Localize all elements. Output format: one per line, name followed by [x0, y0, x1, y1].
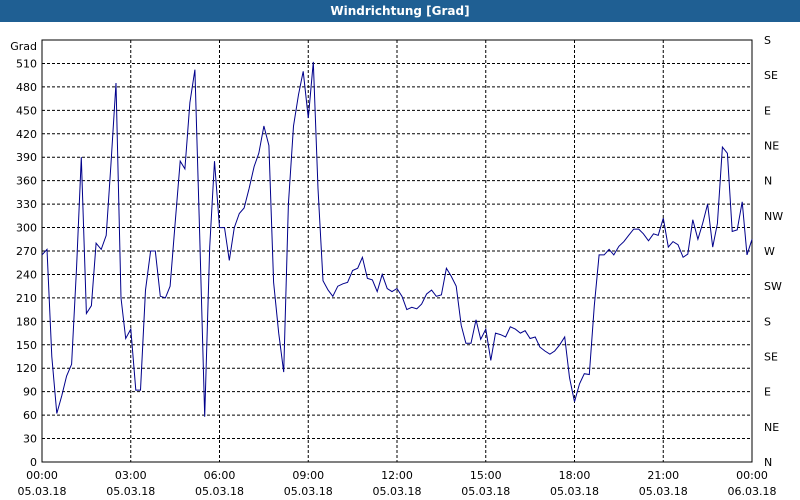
- y-tick-label: 390: [16, 151, 37, 164]
- right-tick-label: N: [764, 175, 772, 188]
- y-axis-ticks: 0 30 60 90 120 150 180 210 240 270 300 330 360 390 420…: [16, 57, 37, 469]
- y-tick-label: 480: [16, 81, 37, 94]
- y-tick-label: 330: [16, 198, 37, 211]
- y-tick-label: 510: [16, 57, 37, 70]
- grid-lines: [42, 40, 752, 462]
- x-tick-time: 03:00: [115, 469, 147, 482]
- x-tick-date: 05.03.18: [373, 485, 422, 498]
- right-tick-label: S: [764, 34, 771, 47]
- x-tick-time: 15:00: [470, 469, 502, 482]
- y-tick-label: 150: [16, 339, 37, 352]
- y-tick-label: 450: [16, 104, 37, 117]
- y-tick-label: 120: [16, 362, 37, 375]
- x-tick-date: 05.03.18: [18, 485, 67, 498]
- right-tick-label: E: [764, 104, 771, 117]
- x-tick-time: 12:00: [381, 469, 413, 482]
- right-tick-label: NW: [764, 210, 783, 223]
- y-tick-label: 60: [23, 409, 37, 422]
- y-tick-label: 240: [16, 268, 37, 281]
- y-tick-label: 300: [16, 222, 37, 235]
- x-tick-date: 06.03.18: [728, 485, 777, 498]
- right-tick-label: SE: [764, 351, 778, 364]
- y-tick-label: 180: [16, 315, 37, 328]
- right-tick-label: E: [764, 386, 771, 399]
- x-tick-time: 21:00: [647, 469, 679, 482]
- x-tick-date: 05.03.18: [106, 485, 155, 498]
- y-tick-label: 270: [16, 245, 37, 258]
- right-axis-ticks: N NE E SE S SW W NW N NE E SE S: [764, 34, 783, 469]
- y-tick-label: 0: [30, 456, 37, 469]
- x-tick-time: 00:00: [736, 469, 768, 482]
- right-tick-label: N: [764, 456, 772, 469]
- x-tick-date: 05.03.18: [461, 485, 510, 498]
- x-tick-time: 18:00: [559, 469, 591, 482]
- x-axis-ticks: 00:00 05.03.18 03:00 05.03.18 06:00 05.03.18 0…: [18, 469, 777, 498]
- x-tick-date: 05.03.18: [639, 485, 688, 498]
- right-tick-label: NE: [764, 140, 779, 153]
- right-tick-label: S: [764, 315, 771, 328]
- y-tick-label: 420: [16, 128, 37, 141]
- y-tick-label: 30: [23, 433, 37, 446]
- x-tick-time: 06:00: [204, 469, 236, 482]
- wind-direction-chart: 0 30 60 90 120 150 180 210 240 270 300 330 360 390 420…: [10, 34, 783, 498]
- right-tick-label: W: [764, 245, 775, 258]
- x-tick-date: 05.03.18: [284, 485, 333, 498]
- y-axis-label: Grad: [10, 40, 37, 53]
- x-tick-time: 00:00: [26, 469, 58, 482]
- right-tick-label: SW: [764, 280, 782, 293]
- x-tick-date: 05.03.18: [550, 485, 599, 498]
- x-tick-date: 05.03.18: [195, 485, 244, 498]
- y-tick-label: 90: [23, 386, 37, 399]
- x-tick-time: 09:00: [292, 469, 324, 482]
- y-tick-label: 210: [16, 292, 37, 305]
- right-tick-label: NE: [764, 421, 779, 434]
- right-tick-label: SE: [764, 69, 778, 82]
- y-tick-label: 360: [16, 175, 37, 188]
